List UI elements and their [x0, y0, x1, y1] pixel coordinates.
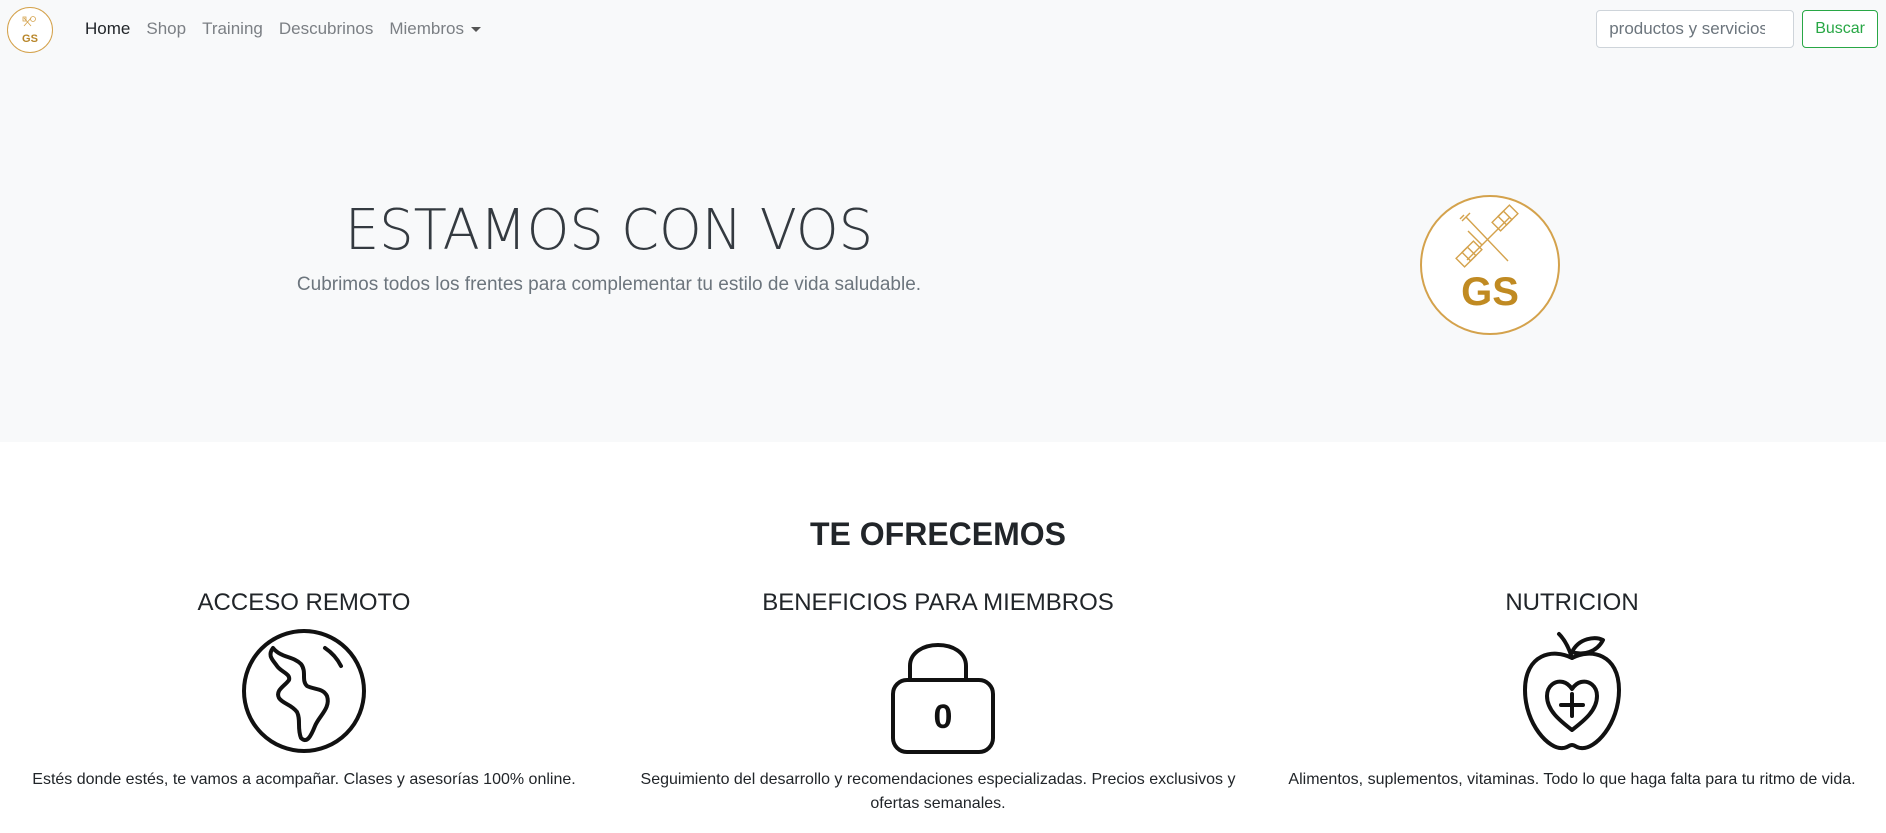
- offer-card-title: NUTRICION: [1505, 589, 1639, 616]
- apple-heart-plus-icon: [1523, 632, 1621, 751]
- unlocked-padlock-icon: 0: [891, 643, 995, 754]
- globe-icon: [242, 629, 366, 753]
- offer-card-text: Estés donde estés, te vamos a acompañar.…: [32, 771, 576, 788]
- svg-text:GS: GS: [22, 33, 38, 45]
- nav-dropdown-label: Miembros: [389, 19, 464, 38]
- caret-down-icon: [470, 26, 481, 32]
- search-form: Buscar: [1596, 10, 1878, 48]
- offer-card-title: ACCESO REMOTO: [197, 589, 411, 616]
- offer-card-remote: ACCESO REMOTO Estés donde estés, te vamo…: [0, 584, 608, 792]
- nav-link-training[interactable]: Training: [194, 19, 271, 39]
- offer-card-text: Seguimiento del desarrollo y recomendaci…: [640, 771, 1236, 812]
- offer-section-title: TE OFRECEMOS: [809, 516, 1066, 552]
- svg-text:0: 0: [934, 698, 953, 736]
- nav-link-home[interactable]: Home: [77, 19, 138, 39]
- search-button[interactable]: Buscar: [1802, 10, 1878, 48]
- svg-text:GS: GS: [1461, 270, 1519, 314]
- navbar: GS Home Shop Training Descubrinos Miembr…: [0, 0, 1886, 58]
- offer-card-title: BENEFICIOS PARA MIEMBROS: [762, 589, 1114, 616]
- gs-hero-logo: GS: [1420, 195, 1560, 335]
- offer-card-nutrition: NUTRICION Alimentos, suplementos, vitami…: [1268, 584, 1876, 792]
- brand-logo[interactable]: GS: [7, 7, 53, 53]
- gs-logo-icon: GS: [22, 16, 38, 45]
- nav-links: Home Shop Training Descubrinos Miembros: [77, 0, 489, 58]
- search-input[interactable]: [1596, 10, 1795, 48]
- hero-title: ESTAMOS CON VOS: [18, 198, 1199, 263]
- offer-card-text: Alimentos, suplementos, vitaminas. Todo …: [1288, 771, 1856, 788]
- nav-link-descubrinos[interactable]: Descubrinos: [271, 19, 382, 39]
- hero-title-text: ESTAMOS CON VOS: [344, 198, 874, 263]
- hero-subtitle: Cubrimos todos los frentes para compleme…: [296, 274, 922, 295]
- hero-section: ESTAMOS CON VOS Cubrimos todos los frent…: [0, 58, 1886, 442]
- offer-card-members: BENEFICIOS PARA MIEMBROS 0 Seguimiento d…: [638, 584, 1238, 816]
- nav-dropdown-miembros[interactable]: Miembros: [381, 19, 489, 39]
- nav-link-shop[interactable]: Shop: [138, 19, 194, 39]
